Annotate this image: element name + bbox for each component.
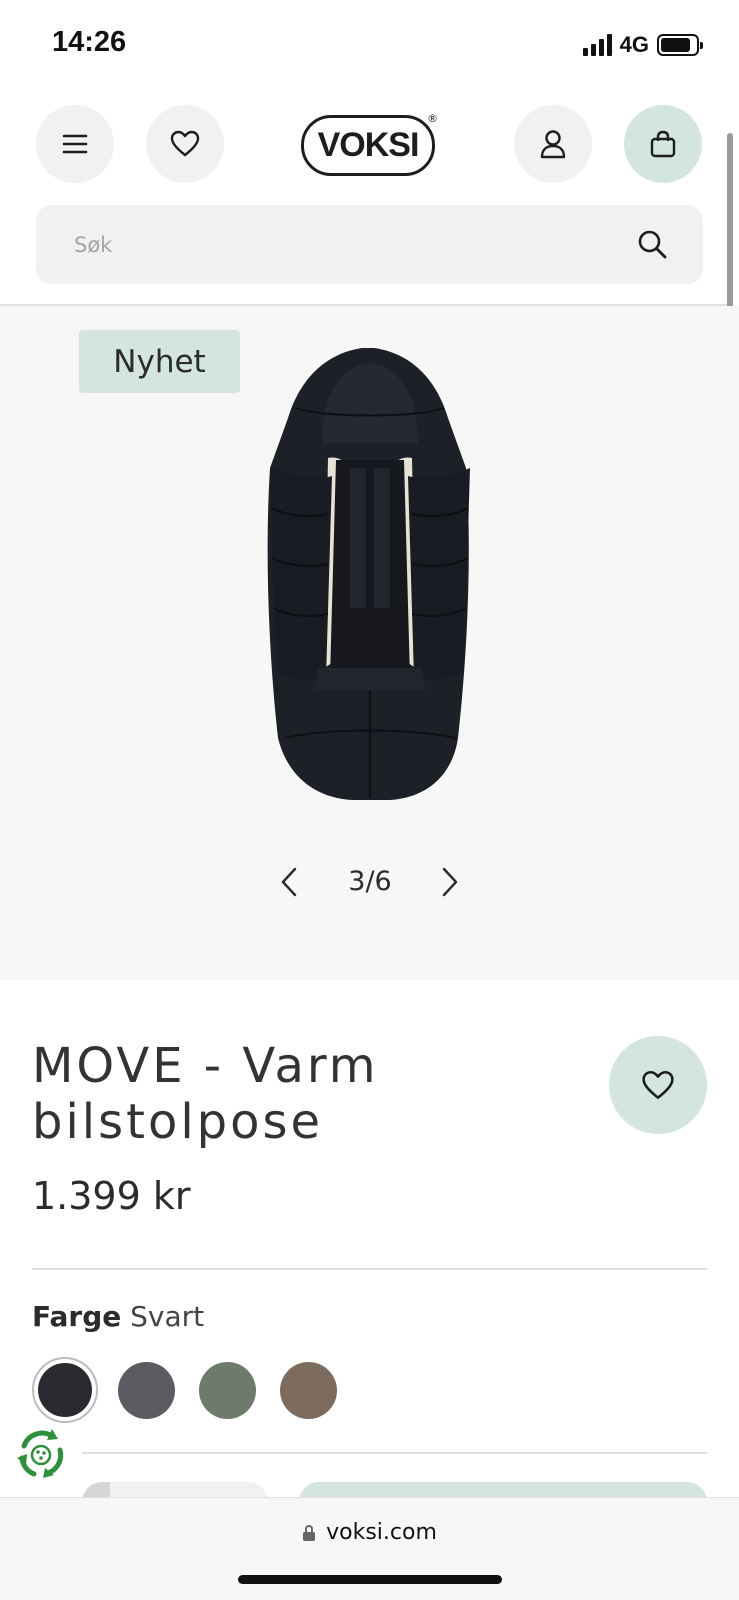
product-price: 1.399 kr: [32, 1174, 191, 1218]
browser-bar: voksi.com: [0, 1497, 739, 1600]
gallery-counter: 3/6: [348, 866, 392, 897]
menu-button[interactable]: [36, 105, 114, 183]
gallery-next-button[interactable]: [435, 862, 465, 902]
account-button[interactable]: [514, 105, 592, 183]
color-label-title: Farge: [32, 1300, 122, 1333]
color-label-value: Svart: [130, 1300, 205, 1333]
chevron-right-icon: [442, 867, 458, 897]
heart-icon: [642, 1070, 674, 1099]
search-input[interactable]: [74, 205, 614, 284]
lock-icon: [303, 1524, 316, 1541]
heart-icon: [170, 130, 200, 157]
divider: [32, 1268, 707, 1270]
home-indicator[interactable]: [238, 1575, 502, 1584]
status-time: 14:26: [52, 26, 127, 58]
battery-icon: [657, 34, 703, 56]
search-bar: [36, 205, 703, 284]
cart-button[interactable]: [624, 105, 702, 183]
menu-icon: [62, 134, 88, 154]
color-swatch-black[interactable]: [32, 1357, 98, 1423]
search-icon[interactable]: [637, 229, 667, 259]
wishlist-button[interactable]: [146, 105, 224, 183]
status-indicators: 4G: [582, 32, 703, 58]
status-bar: 14:26 4G: [0, 0, 739, 90]
voksi-logo[interactable]: VOKSI: [301, 115, 435, 176]
color-label: Farge Svart: [32, 1300, 204, 1333]
gallery-prev-button[interactable]: [274, 862, 304, 902]
shopping-bag-icon: [650, 130, 676, 158]
product-title: MOVE - Varm bilstolpose: [32, 1038, 379, 1150]
chevron-left-icon: [281, 867, 297, 897]
divider: [82, 1452, 707, 1454]
color-swatch-brown[interactable]: [280, 1362, 337, 1419]
signal-icon: [582, 34, 612, 56]
new-badge: Nyhet: [79, 330, 240, 393]
url-text: voksi.com: [326, 1520, 437, 1545]
color-swatch-grey[interactable]: [118, 1362, 175, 1419]
recycle-icon[interactable]: [12, 1426, 70, 1484]
address-bar[interactable]: voksi.com: [0, 1520, 739, 1545]
color-swatch-green[interactable]: [199, 1362, 256, 1419]
product-image[interactable]: [262, 348, 478, 804]
registered-mark: ®: [427, 112, 438, 125]
user-icon: [540, 130, 566, 159]
network-type: 4G: [619, 32, 649, 57]
add-to-wishlist-button[interactable]: [609, 1036, 707, 1134]
